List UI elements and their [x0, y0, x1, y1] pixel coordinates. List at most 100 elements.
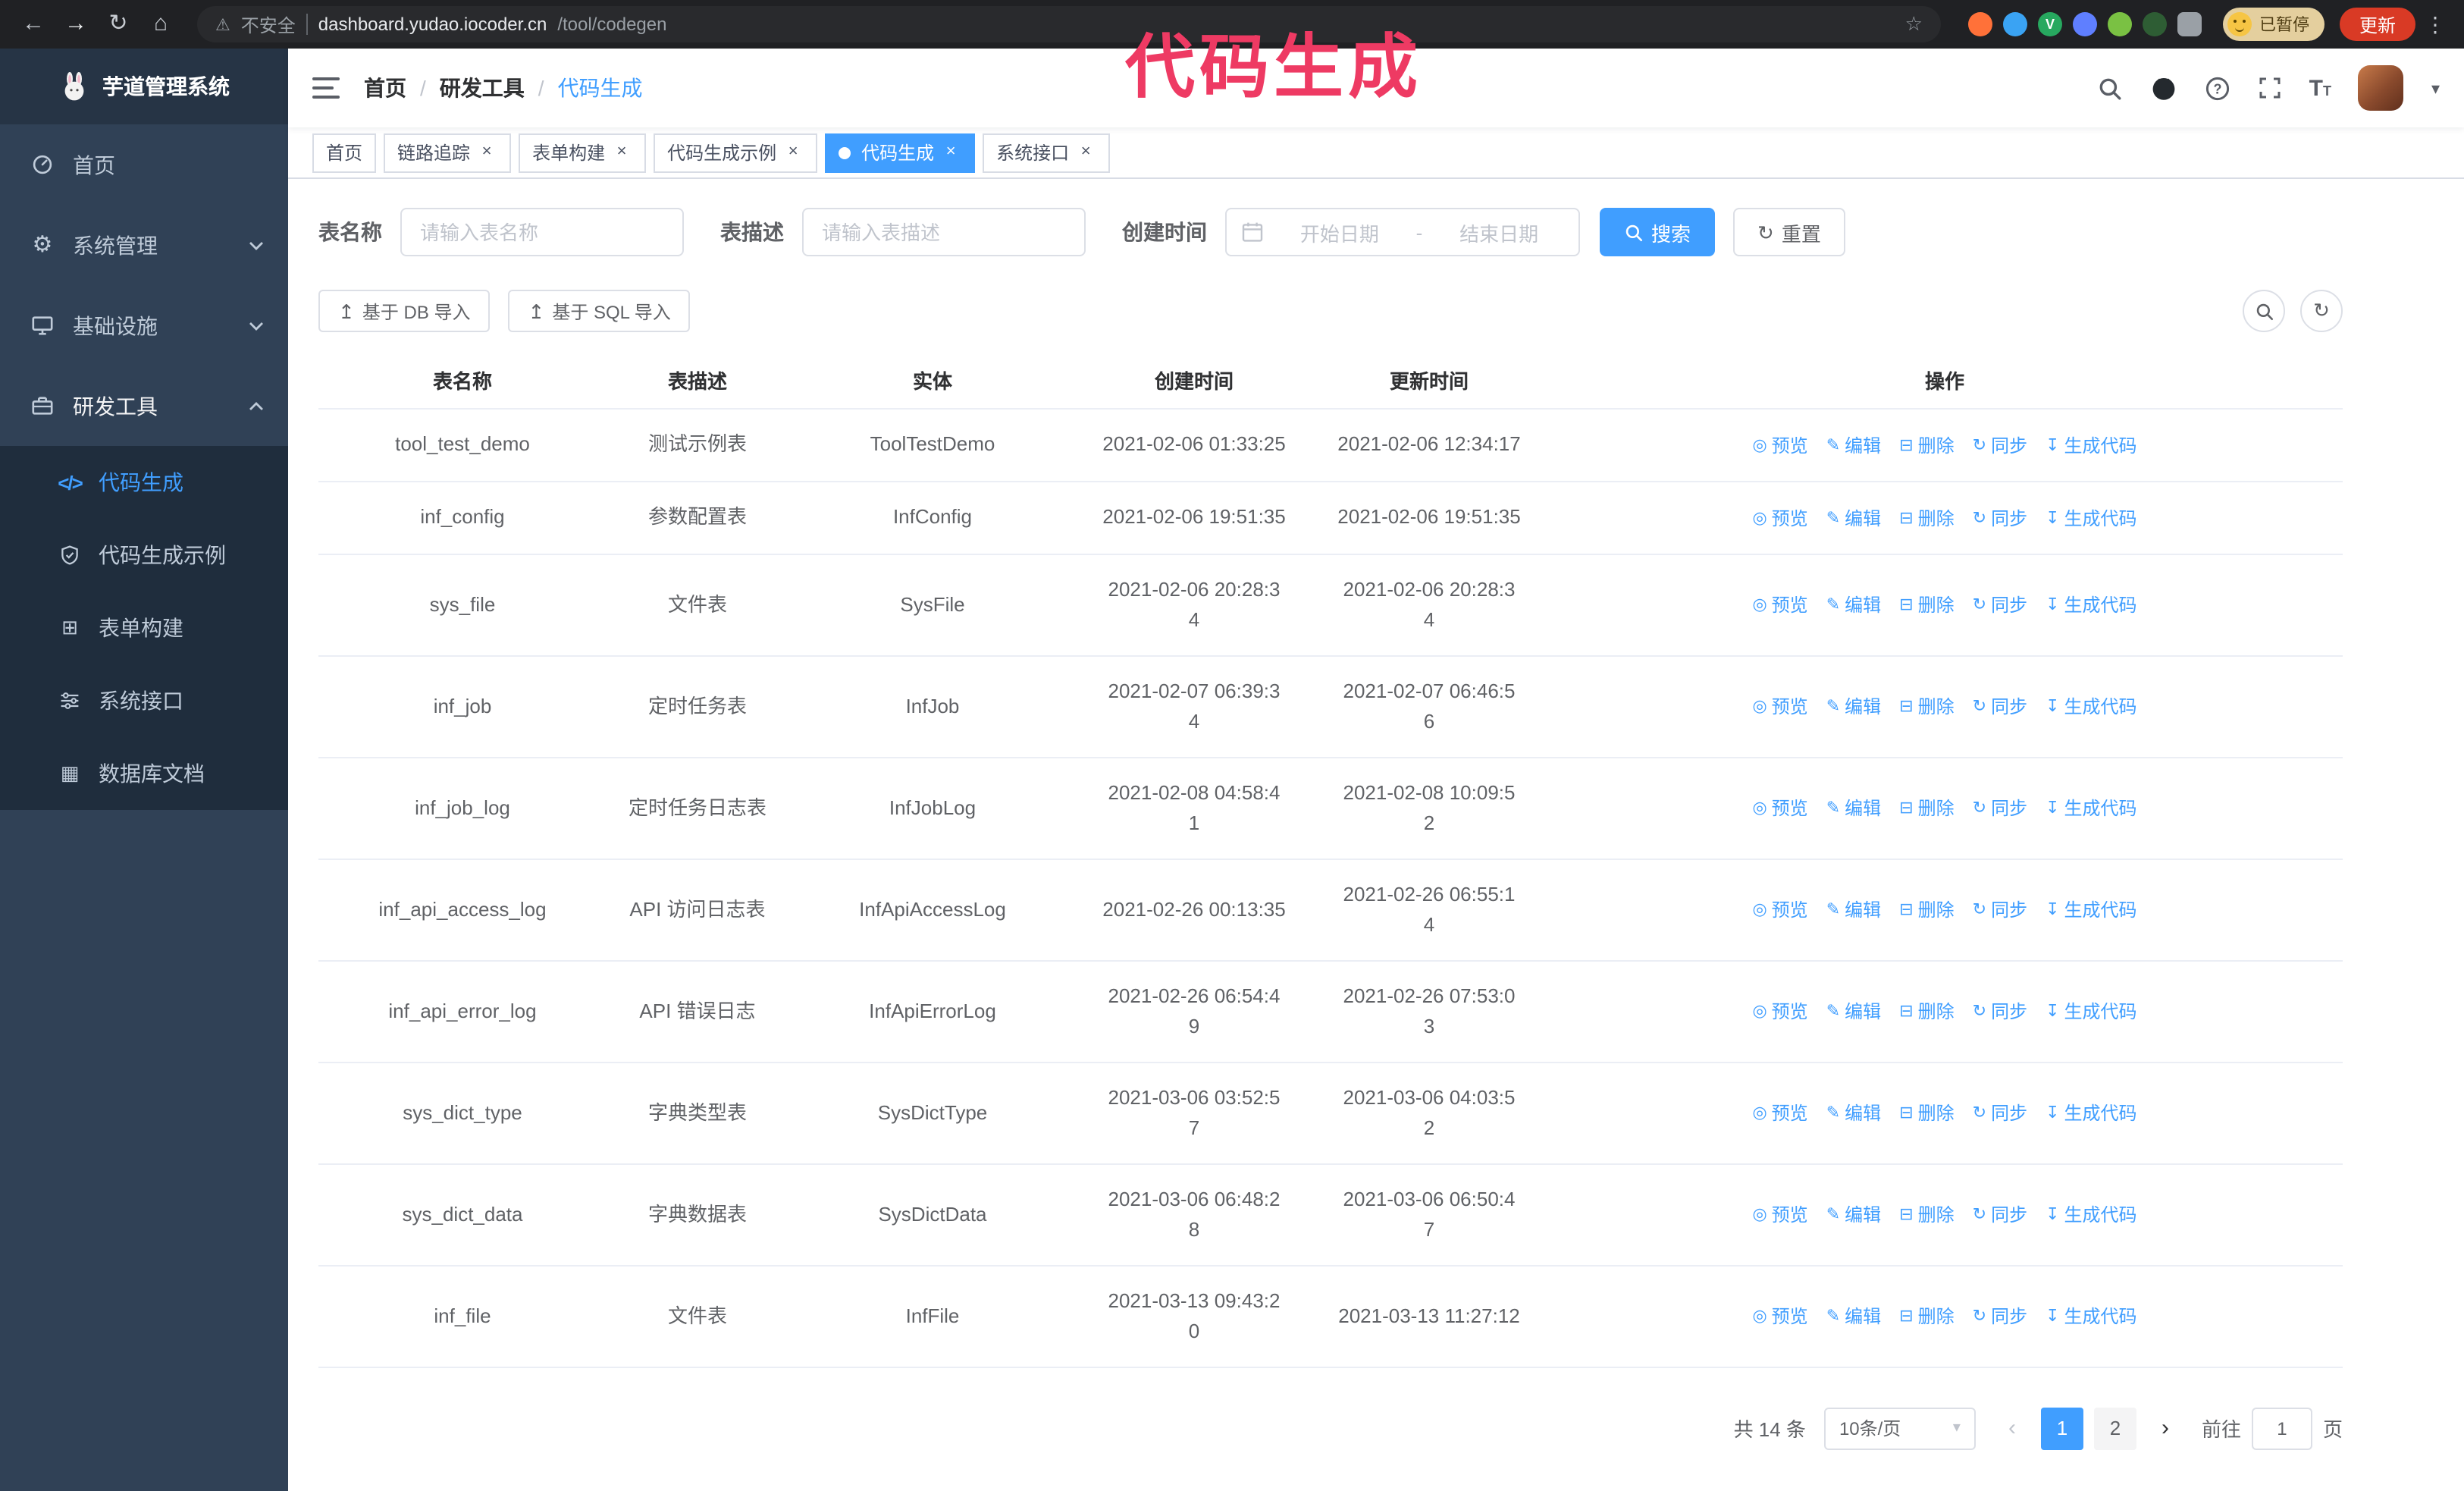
goto-page-input[interactable] — [2251, 1407, 2312, 1449]
preview-action[interactable]: ◎ 预览 — [1752, 1200, 1807, 1230]
edit-action[interactable]: ✎ 编辑 — [1826, 1098, 1881, 1128]
preview-action[interactable]: ◎ 预览 — [1752, 895, 1807, 925]
close-icon[interactable]: × — [611, 142, 632, 163]
refresh-table-button[interactable]: ↻ — [2300, 290, 2343, 332]
sync-action[interactable]: ↻ 同步 — [1973, 1098, 2027, 1128]
sidebar-item-codegen[interactable]: </> 代码生成 — [0, 446, 288, 519]
import-db-button[interactable]: ↥ 基于 DB 导入 — [318, 290, 491, 332]
delete-action[interactable]: ⊟ 删除 — [1899, 1098, 1954, 1128]
delete-action[interactable]: ⊟ 删除 — [1899, 895, 1954, 925]
preview-action[interactable]: ◎ 预览 — [1752, 793, 1807, 824]
page-button-2[interactable]: 2 — [2093, 1407, 2136, 1449]
fullscreen-icon[interactable] — [2258, 76, 2282, 100]
preview-action[interactable]: ◎ 预览 — [1752, 590, 1807, 620]
tab-codegen-example[interactable]: 代码生成示例 × — [654, 133, 818, 172]
import-sql-button[interactable]: ↥ 基于 SQL 导入 — [508, 290, 691, 332]
generate-code-action[interactable]: ↧ 生成代码 — [2045, 1098, 2136, 1128]
close-icon[interactable]: × — [476, 142, 497, 163]
preview-action[interactable]: ◎ 预览 — [1752, 430, 1807, 460]
close-icon[interactable]: × — [1075, 142, 1096, 163]
edit-action[interactable]: ✎ 编辑 — [1826, 430, 1881, 460]
sync-action[interactable]: ↻ 同步 — [1973, 503, 2027, 533]
breadcrumb-home[interactable]: 首页 — [364, 73, 406, 103]
avatar[interactable] — [2358, 65, 2404, 111]
generate-code-action[interactable]: ↧ 生成代码 — [2045, 430, 2136, 460]
browser-reload-button[interactable]: ↻ — [100, 6, 136, 42]
generate-code-action[interactable]: ↧ 生成代码 — [2045, 590, 2136, 620]
generate-code-action[interactable]: ↧ 生成代码 — [2045, 1301, 2136, 1332]
sidebar-item-system-api[interactable]: 系统接口 — [0, 664, 288, 737]
browser-menu-icon[interactable]: ⋮ — [2422, 11, 2449, 37]
edit-action[interactable]: ✎ 编辑 — [1826, 1301, 1881, 1332]
delete-action[interactable]: ⊟ 删除 — [1899, 430, 1954, 460]
sync-action[interactable]: ↻ 同步 — [1973, 895, 2027, 925]
sync-action[interactable]: ↻ 同步 — [1973, 430, 2027, 460]
chrome-update-button[interactable]: 更新 — [2339, 8, 2415, 41]
extension-icon[interactable] — [2142, 12, 2167, 36]
address-bar[interactable]: ⚠ 不安全 dashboard.yudao.iocoder.cn/tool/co… — [197, 6, 1941, 42]
delete-action[interactable]: ⊟ 删除 — [1899, 590, 1954, 620]
edit-action[interactable]: ✎ 编辑 — [1826, 895, 1881, 925]
preview-action[interactable]: ◎ 预览 — [1752, 997, 1807, 1027]
browser-home-button[interactable]: ⌂ — [143, 6, 179, 42]
edit-action[interactable]: ✎ 编辑 — [1826, 692, 1881, 722]
start-date-placeholder[interactable]: 开始日期 — [1275, 218, 1404, 246]
sidebar-item-home[interactable]: 首页 — [0, 124, 288, 205]
sync-action[interactable]: ↻ 同步 — [1973, 692, 2027, 722]
reset-button[interactable]: ↻ 重置 — [1733, 208, 1845, 256]
sync-action[interactable]: ↻ 同步 — [1973, 793, 2027, 824]
sidebar-item-form-builder[interactable]: ⊞ 表单构建 — [0, 592, 288, 664]
delete-action[interactable]: ⊟ 删除 — [1899, 997, 1954, 1027]
delete-action[interactable]: ⊟ 删除 — [1899, 793, 1954, 824]
generate-code-action[interactable]: ↧ 生成代码 — [2045, 692, 2136, 722]
generate-code-action[interactable]: ↧ 生成代码 — [2045, 793, 2136, 824]
bookmark-star-icon[interactable]: ☆ — [1905, 12, 1923, 36]
preview-action[interactable]: ◎ 预览 — [1752, 1301, 1807, 1332]
tab-system-api[interactable]: 系统接口 × — [983, 133, 1111, 172]
search-icon[interactable] — [2097, 75, 2123, 101]
security-label[interactable]: 不安全 — [241, 11, 296, 37]
delete-action[interactable]: ⊟ 删除 — [1899, 1200, 1954, 1230]
delete-action[interactable]: ⊟ 删除 — [1899, 692, 1954, 722]
sync-action[interactable]: ↻ 同步 — [1973, 590, 2027, 620]
extension-icon[interactable] — [1967, 12, 1992, 36]
sidebar-item-devtools[interactable]: 研发工具 — [0, 366, 288, 446]
generate-code-action[interactable]: ↧ 生成代码 — [2045, 1200, 2136, 1230]
date-range-picker[interactable]: 开始日期 - 结束日期 — [1225, 208, 1580, 256]
extension-icon[interactable]: V — [2037, 12, 2062, 36]
toggle-search-button[interactable] — [2243, 290, 2285, 332]
edit-action[interactable]: ✎ 编辑 — [1826, 503, 1881, 533]
edit-action[interactable]: ✎ 编辑 — [1826, 793, 1881, 824]
edit-action[interactable]: ✎ 编辑 — [1826, 590, 1881, 620]
edit-action[interactable]: ✎ 编辑 — [1826, 1200, 1881, 1230]
edit-action[interactable]: ✎ 编辑 — [1826, 997, 1881, 1027]
browser-forward-button[interactable]: → — [58, 6, 94, 42]
next-page-button[interactable]: › — [2147, 1407, 2183, 1449]
tab-tracing[interactable]: 链路追踪 × — [384, 133, 512, 172]
generate-code-action[interactable]: ↧ 生成代码 — [2045, 895, 2136, 925]
extension-icon[interactable] — [2002, 12, 2027, 36]
preview-action[interactable]: ◎ 预览 — [1752, 503, 1807, 533]
chevron-down-icon[interactable]: ▾ — [2431, 78, 2440, 98]
generate-code-action[interactable]: ↧ 生成代码 — [2045, 997, 2136, 1027]
close-icon[interactable]: × — [782, 142, 804, 163]
preview-action[interactable]: ◎ 预览 — [1752, 1098, 1807, 1128]
sidebar-item-infrastructure[interactable]: 基础设施 — [0, 285, 288, 366]
search-button[interactable]: 搜索 — [1600, 208, 1716, 256]
prev-page-button[interactable]: ‹ — [1994, 1407, 2030, 1449]
sync-action[interactable]: ↻ 同步 — [1973, 1301, 2027, 1332]
extension-icon[interactable] — [2107, 12, 2132, 36]
tab-home[interactable]: 首页 — [312, 133, 377, 172]
sync-action[interactable]: ↻ 同步 — [1973, 1200, 2027, 1230]
app-logo[interactable]: 芋道管理系统 — [0, 49, 288, 124]
tab-codegen[interactable]: 代码生成 × — [825, 133, 976, 172]
generate-code-action[interactable]: ↧ 生成代码 — [2045, 503, 2136, 533]
table-name-input[interactable] — [400, 208, 684, 256]
extensions-puzzle-icon[interactable] — [2177, 12, 2202, 36]
tab-form-builder[interactable]: 表单构建 × — [519, 133, 647, 172]
preview-action[interactable]: ◎ 预览 — [1752, 692, 1807, 722]
page-button-1[interactable]: 1 — [2040, 1407, 2083, 1449]
font-size-icon[interactable]: TT — [2309, 75, 2331, 101]
table-desc-input[interactable] — [802, 208, 1086, 256]
end-date-placeholder[interactable]: 结束日期 — [1434, 218, 1563, 246]
